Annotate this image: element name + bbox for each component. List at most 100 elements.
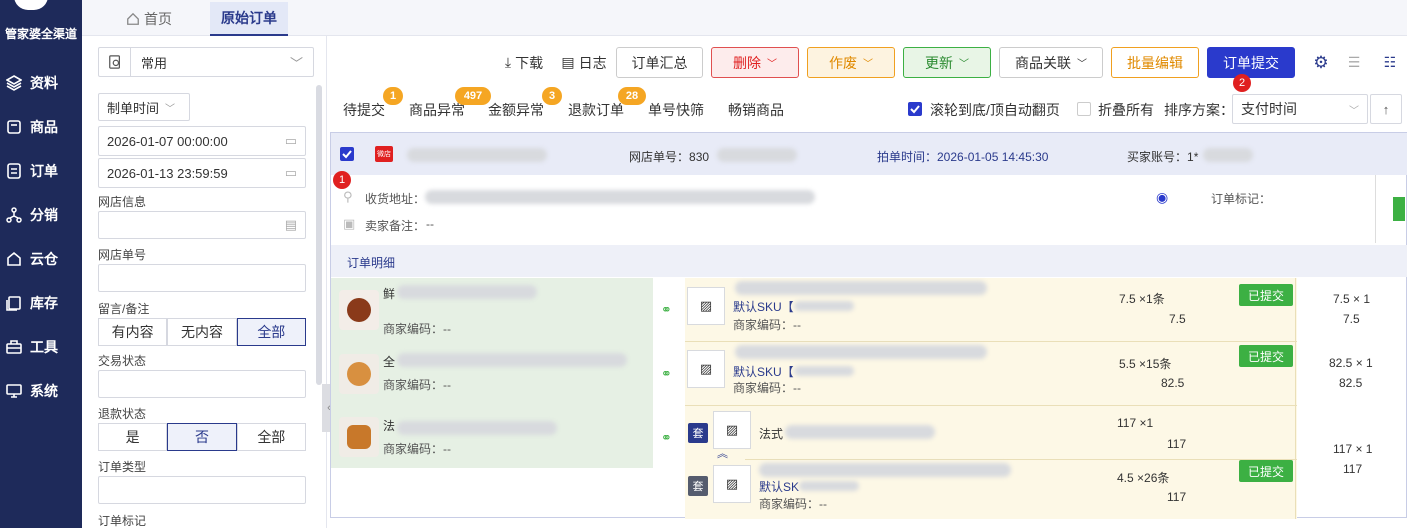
remark-no-content[interactable]: 无内容 [167, 318, 237, 346]
quick-tab-refund[interactable]: 退款订单 [568, 100, 624, 120]
void-label: 作废 [829, 54, 857, 71]
nav-item-stock[interactable]: 库存 [0, 290, 82, 316]
list-view-icon[interactable]: ☰ [1344, 47, 1364, 78]
shop-logo: 微店 [375, 146, 393, 162]
count-badge: 497 [455, 87, 491, 105]
quick-tab-bestseller[interactable]: 畅销商品 [728, 100, 784, 120]
batch-edit-button[interactable]: 批量编辑 [1111, 47, 1199, 78]
auto-page-checkbox[interactable] [908, 102, 922, 116]
filter-scrollbar[interactable] [316, 85, 322, 385]
sku-label[interactable]: 默认SKU【 [733, 298, 854, 315]
remark-segmented: 有内容 无内容 全部 [98, 318, 306, 346]
toolbox-icon [6, 340, 22, 354]
bundle-amount: 117 [1167, 437, 1187, 451]
shop-info-select[interactable]: ▤ [98, 211, 306, 239]
nav-item-system[interactable]: 系统 [0, 378, 82, 404]
product-link-label: 商品关联 [1015, 54, 1071, 71]
address-label: 收货地址： [365, 192, 426, 206]
source-item-name: 全 [383, 355, 396, 369]
order-type-select[interactable] [98, 476, 306, 504]
product-link-button[interactable]: 商品关联 ﹀ [999, 47, 1103, 78]
nav-label: 商品 [30, 119, 58, 135]
shop-no-input[interactable] [98, 264, 306, 292]
settings-gear-icon[interactable]: ⚙ [1310, 47, 1332, 78]
detail-view-icon[interactable]: ☷ [1380, 47, 1400, 78]
nav-item-goods[interactable]: 商品 [0, 114, 82, 140]
sku-prefix: 默认SKU【 [733, 365, 794, 379]
double-chevron-up-icon[interactable]: ︽ [717, 445, 728, 461]
remark-has-content[interactable]: 有内容 [98, 318, 168, 346]
end-time-input[interactable]: 2026-01-13 23:59:59 ▭ [98, 158, 306, 188]
order-card: 微店 网店单号：830 拍单时间：2026-01-05 14:45:30 买家账… [330, 132, 1407, 519]
submit-order-button[interactable]: 订单提交 [1207, 47, 1295, 78]
redacted-item-name [397, 421, 557, 435]
product-thumbnail [339, 290, 379, 330]
quick-tab-product-error[interactable]: 商品异常 [409, 100, 465, 120]
sku-label[interactable]: 默认SK [759, 478, 860, 495]
chevron-down-icon: ﹀ [165, 103, 176, 115]
order-header: 微店 网店单号：830 拍单时间：2026-01-05 14:45:30 买家账… [331, 133, 1407, 175]
row-divider [685, 341, 1297, 342]
red-step-badge-2: 2 [1233, 74, 1251, 92]
total-amount: 82.5 [1339, 376, 1363, 390]
sku-label[interactable]: 默认SKU【 [733, 363, 854, 380]
comment-icon: ▣ [343, 216, 356, 231]
nav-item-orders[interactable]: 订单 [0, 158, 82, 184]
page-tabbar: 首页 原始订单 [82, 0, 1407, 36]
link-icon[interactable]: ⚭ [661, 430, 672, 446]
nav-item-distribution[interactable]: 分销 [0, 202, 82, 228]
sort-label: 排序方案： [1164, 102, 1234, 118]
quick-tab-pending[interactable]: 待提交 [343, 100, 385, 120]
nav-item-tools[interactable]: 工具 [0, 334, 82, 360]
list-icon [7, 163, 21, 179]
chevron-down-icon: ﹀ [1349, 105, 1359, 117]
shop-order-no: 网店单号：830 [629, 148, 709, 165]
chevron-down-icon: ﹀ [863, 59, 873, 70]
total-qty: 82.5 × 1 [1329, 356, 1373, 370]
order-summary-button[interactable]: 订单汇总 [616, 47, 703, 78]
remark-all[interactable]: 全部 [236, 318, 306, 346]
delete-label: 删除 [733, 54, 761, 71]
filter-panel: 常用 ﹀ 制单时间 ﹀ 2026-01-07 00:00:00 ▭ 2026-0… [82, 36, 327, 528]
item-code: 商家编码：-- [733, 318, 801, 332]
void-button[interactable]: 作废 ﹀ [807, 47, 895, 78]
app-logo [14, 0, 48, 10]
link-icon[interactable]: ⚭ [661, 302, 672, 318]
quick-tab-amount-error[interactable]: 金额异常 [488, 100, 544, 120]
count-badge: 28 [618, 87, 646, 105]
time-type-select[interactable]: 制单时间 ﹀ [98, 93, 190, 121]
log-button[interactable]: ▤ 日志 [556, 47, 612, 78]
nav-label: 分销 [30, 207, 58, 223]
nav-item-cloud[interactable]: 云仓 [0, 246, 82, 272]
order-checkbox[interactable] [340, 147, 354, 161]
link-icon[interactable]: ⚭ [661, 366, 672, 382]
tab-home[interactable]: 首页 [104, 2, 194, 36]
location-pin-icon: ⚲ [343, 189, 353, 204]
refund-no[interactable]: 否 [167, 423, 237, 451]
start-time-input[interactable]: 2026-01-07 00:00:00 ▭ [98, 126, 306, 156]
product-thumbnail [339, 354, 379, 394]
quick-tab-order-filter[interactable]: 单号快筛 [648, 100, 704, 120]
detail-section-bar [331, 245, 1407, 277]
fold-all-checkbox[interactable] [1077, 102, 1091, 116]
refund-yes[interactable]: 是 [98, 423, 168, 451]
nav-label: 资料 [30, 75, 58, 91]
filter-scheme-icon [99, 48, 131, 76]
trade-status-select[interactable] [98, 370, 306, 398]
delete-button[interactable]: 删除 ﹀ [711, 47, 799, 78]
sort-select[interactable]: 支付时间 ﹀ [1232, 94, 1368, 124]
download-button[interactable]: ⤓ 下载 [496, 47, 552, 78]
update-button[interactable]: 更新 ﹀ [903, 47, 991, 78]
bundle-qty: 117 ×1 [1117, 416, 1154, 430]
refund-all[interactable]: 全部 [236, 423, 306, 451]
eye-icon[interactable]: ◉ [1156, 189, 1168, 206]
trade-status-label: 交易状态 [98, 354, 147, 368]
scheme-select[interactable]: 常用 ﹀ [98, 47, 314, 77]
nav-label: 系统 [30, 383, 58, 399]
image-placeholder-icon: ▨ [713, 411, 751, 449]
tab-raw-orders[interactable]: 原始订单 [210, 2, 288, 36]
nav-item-data[interactable]: 资料 [0, 70, 82, 96]
sort-direction-button[interactable]: ↑ [1370, 94, 1402, 124]
buyer-account: 买家账号：1* [1127, 148, 1198, 165]
total-qty: 7.5 × 1 [1333, 292, 1371, 306]
